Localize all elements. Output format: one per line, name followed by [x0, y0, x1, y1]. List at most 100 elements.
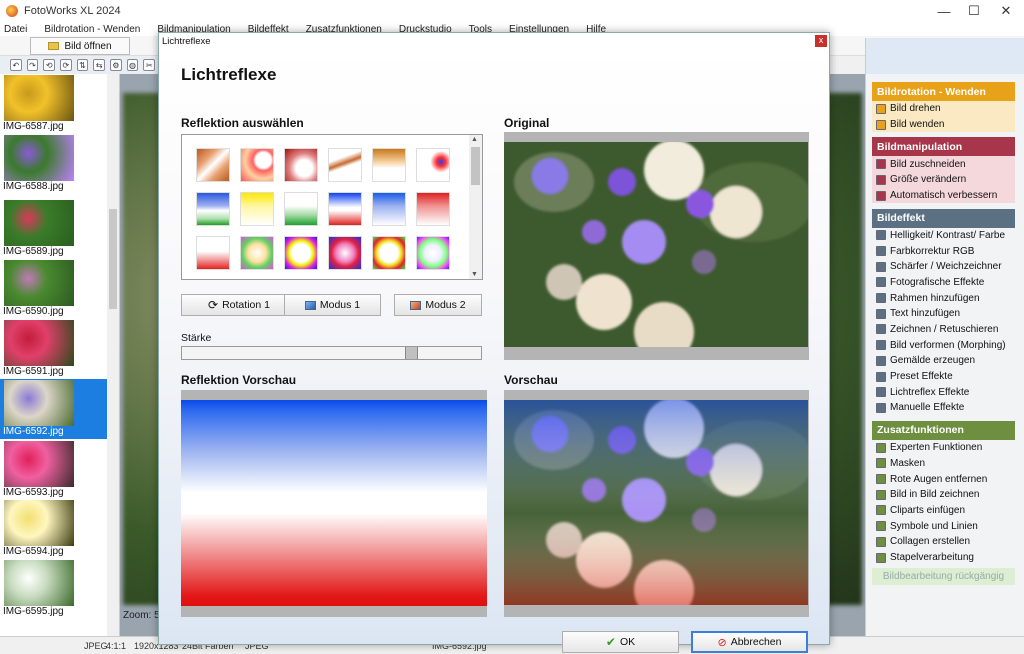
task-item[interactable]: Masken [872, 455, 1015, 472]
task-item[interactable]: Bild in Bild zeichnen [872, 486, 1015, 503]
scroll-thumb[interactable] [109, 209, 117, 309]
task-item-label: Bild verformen (Morphing) [890, 339, 1006, 351]
task-item-label: Größe verändern [890, 174, 967, 186]
reflection-option[interactable] [240, 236, 274, 270]
reflection-grid[interactable]: ▲ ▼ [181, 134, 483, 280]
reflection-option[interactable] [416, 236, 450, 270]
cancel-button[interactable]: ⊘ Abbrechen [691, 631, 808, 653]
task-item[interactable]: Fotografische Effekte [872, 274, 1015, 291]
mirror-icon[interactable]: ⇆ [93, 59, 106, 71]
task-item[interactable]: Bild verformen (Morphing) [872, 337, 1015, 353]
thumbnail-item[interactable]: IMG-6590.jpg [0, 259, 107, 319]
reflection-option[interactable] [196, 192, 230, 226]
task-item[interactable]: Größe verändern [872, 172, 1015, 188]
task-item[interactable]: Zeichnen / Retuschieren [872, 321, 1015, 338]
strength-slider-knob[interactable] [405, 347, 418, 359]
task-item[interactable]: Automatisch verbessern [872, 187, 1015, 204]
task-item-label: Automatisch verbessern [890, 190, 998, 202]
reflection-option[interactable] [416, 148, 450, 182]
image-icon [304, 300, 316, 310]
reflection-option[interactable] [196, 236, 230, 270]
thumbnail-item[interactable]: IMG-6591.jpg [0, 319, 107, 379]
checkmark-icon: ✔ [605, 635, 616, 649]
thumbnail-item[interactable]: IMG-6595.jpg [0, 559, 107, 619]
thumbnail-item[interactable]: IMG-6594.jpg [0, 499, 107, 559]
reflection-option[interactable] [240, 192, 274, 226]
reflection-option[interactable] [284, 148, 318, 182]
cut-icon[interactable]: ✂ [143, 59, 156, 71]
reflection-option[interactable] [328, 192, 362, 226]
thumbnail-list[interactable]: IMG-6587.jpg IMG-6588.jpg IMG-6589.jpg IMG-… [0, 74, 120, 636]
thumbnail-item[interactable]: IMG-6588.jpg [0, 134, 107, 194]
task-item[interactable]: Bild zuschneiden [872, 156, 1015, 173]
rotate-left-icon[interactable]: ↶ [10, 59, 22, 71]
task-item[interactable]: Helligkeit/ Kontrast/ Farbe [872, 227, 1015, 244]
reflection-scroll-thumb[interactable] [471, 147, 480, 185]
task-item[interactable]: Schärfer / Weichzeichner [872, 258, 1015, 275]
task-item[interactable]: Text hinzufügen [872, 305, 1015, 322]
reflection-option[interactable] [372, 148, 406, 182]
task-item[interactable]: Collagen erstellen [872, 534, 1015, 550]
task-icon [876, 308, 886, 319]
reflection-grid-scrollbar[interactable]: ▲ ▼ [469, 135, 482, 279]
task-group-header[interactable]: Bildrotation - Wenden [872, 82, 1015, 101]
rotation-button[interactable]: ⟳ Rotation 1 [181, 294, 297, 316]
task-group-header[interactable]: Bildmanipulation [872, 137, 1015, 157]
menu-bildrotation[interactable]: Bildrotation - Wenden [44, 24, 140, 35]
scroll-down-icon[interactable]: ▼ [471, 271, 478, 278]
reflection-option[interactable] [372, 236, 406, 270]
reflection-option[interactable] [240, 148, 274, 182]
task-group-header[interactable]: Bildeffekt [872, 208, 1015, 228]
task-item[interactable]: Symbole und Linien [872, 518, 1015, 535]
task-icon [876, 536, 886, 547]
task-item[interactable]: Experten Funktionen [872, 439, 1015, 456]
task-item[interactable]: Rote Augen entfernen [872, 471, 1015, 487]
thumbnail-item[interactable]: IMG-6587.jpg [0, 74, 107, 134]
open-image-button[interactable]: Bild öffnen [30, 37, 130, 55]
undo-button[interactable]: Bildbearbeitung rückgängig [872, 568, 1015, 585]
task-panel: Bildrotation - Wenden Bild drehen Bild wen… [865, 38, 1024, 636]
rotate-cw-icon[interactable]: ⟳ [60, 59, 72, 71]
reflection-option[interactable] [196, 148, 230, 182]
task-item-label: Fotografische Effekte [890, 276, 985, 288]
dialog-close-button[interactable]: x [815, 35, 827, 47]
image-icon [410, 300, 422, 310]
reflection-option[interactable] [372, 192, 406, 226]
thumbnail-item[interactable]: IMG-6589.jpg [0, 199, 107, 259]
task-item[interactable]: Farbkorrektur RGB [872, 243, 1015, 259]
rotate-ccw-icon[interactable]: ⟲ [43, 59, 56, 71]
thumbnail-scrollbar[interactable] [107, 74, 119, 636]
mode2-button[interactable]: Modus 2 [394, 294, 482, 316]
reflection-option[interactable] [416, 192, 450, 226]
maximize-button[interactable]: ☐ [958, 0, 990, 22]
ok-button[interactable]: ✔ OK [562, 631, 679, 653]
task-item[interactable]: Lichtreflex Effekte [872, 384, 1015, 401]
close-button[interactable]: ✕ [990, 0, 1022, 22]
rotation-label: Rotation 1 [222, 299, 270, 311]
task-item[interactable]: Cliparts einfügen [872, 502, 1015, 519]
globe-icon[interactable]: ◍ [126, 59, 139, 71]
settings-icon[interactable]: ⚙ [110, 59, 122, 71]
reflection-option[interactable] [284, 236, 318, 270]
task-item[interactable]: Gemälde erzeugen [872, 353, 1015, 369]
task-icon [876, 190, 886, 201]
scroll-up-icon[interactable]: ▲ [471, 136, 478, 143]
task-item[interactable]: Stapelverarbeitung [872, 549, 1015, 566]
task-item[interactable]: Bild drehen [872, 101, 1015, 117]
mode1-button[interactable]: Modus 1 [284, 294, 381, 316]
minimize-button[interactable]: — [928, 0, 960, 22]
strength-slider[interactable] [181, 346, 482, 360]
reflection-option[interactable] [328, 236, 362, 270]
task-item[interactable]: Rahmen hinzufügen [872, 290, 1015, 306]
reflection-option[interactable] [284, 192, 318, 226]
task-group-header[interactable]: Zusatzfunktionen [872, 420, 1015, 440]
menu-datei[interactable]: Datei [4, 24, 27, 35]
task-item[interactable]: Preset Effekte [872, 368, 1015, 385]
thumbnail-item[interactable]: IMG-6592.jpg [0, 379, 107, 439]
task-item[interactable]: Bild wenden [872, 116, 1015, 133]
flip-icon[interactable]: ⇅ [76, 59, 89, 71]
thumbnail-item[interactable]: IMG-6593.jpg [0, 440, 107, 500]
rotate-right-icon[interactable]: ↷ [26, 59, 39, 71]
task-item[interactable]: Manuelle Effekte [872, 400, 1015, 416]
reflection-option[interactable] [328, 148, 362, 182]
